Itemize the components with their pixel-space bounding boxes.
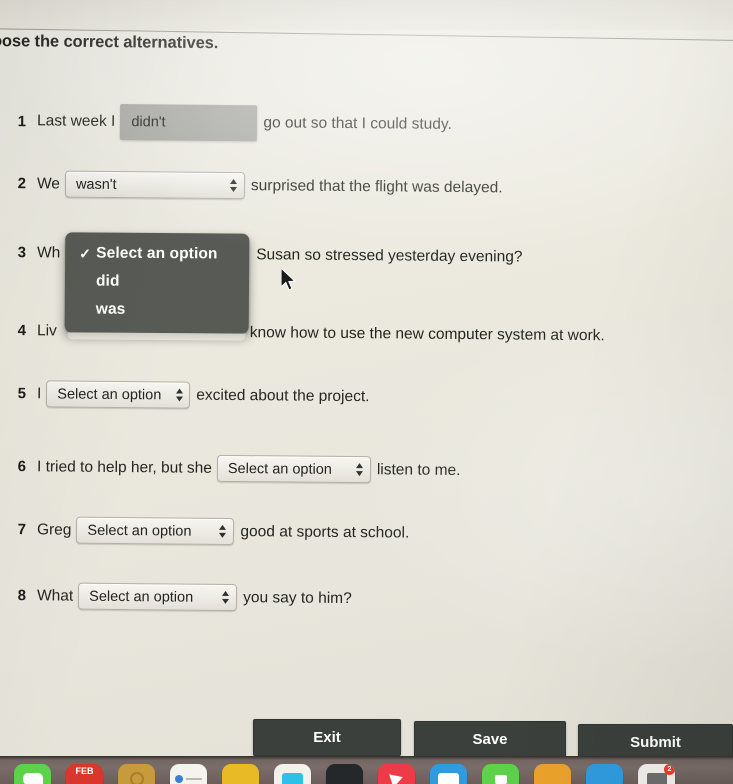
question-number: 1 <box>17 112 27 130</box>
question-number: 7 <box>17 521 27 539</box>
save-button[interactable]: Save <box>414 721 566 758</box>
question-row-5: 5 I Select an option excited about the p… <box>4 380 370 410</box>
question-text-after: excited about the project. <box>196 386 370 405</box>
select-value: Select an option <box>89 588 194 606</box>
question-number: 3 <box>17 244 27 262</box>
music-icon[interactable] <box>378 764 415 784</box>
select-stepper-arrows-icon <box>218 524 227 539</box>
mail-icon[interactable]: 2 <box>638 764 675 784</box>
dropdown-option-label: did <box>95 272 120 290</box>
question-text-before: We <box>36 174 61 192</box>
question-text-after: listen to me. <box>376 460 461 479</box>
select-stepper-arrows-icon <box>229 178 238 193</box>
question-text-before: Greg <box>36 520 72 539</box>
question-text-after: go out so that I could study. <box>263 114 452 133</box>
question-row-8: 8 What Select an option you say to him? <box>4 582 352 612</box>
dropdown-option-was[interactable]: was <box>65 295 249 324</box>
header-band <box>0 0 733 30</box>
answer-select-8[interactable]: Select an option <box>78 582 238 612</box>
answer-select-2[interactable]: wasn't <box>64 170 246 200</box>
dropdown-option-selected[interactable]: ✓ Select an option <box>65 239 249 268</box>
question-text-before: I <box>36 384 42 402</box>
calendar-month-label: FEB <box>75 766 94 776</box>
photos-icon[interactable] <box>430 764 467 784</box>
question-text-after: Susan so stressed yesterday evening? <box>256 245 523 266</box>
answer-select-7[interactable]: Select an option <box>76 516 235 546</box>
terminal-icon[interactable] <box>326 764 363 784</box>
submit-button-label: Submit <box>630 734 681 751</box>
checkmark-icon: ✓ <box>79 244 92 262</box>
select-value: wasn't <box>75 176 117 193</box>
find-my-icon[interactable] <box>534 764 571 784</box>
select-value: Select an option <box>57 385 162 403</box>
question-text-before: Liv <box>36 321 57 339</box>
question-text-before: Wh <box>36 243 61 261</box>
select-stepper-arrows-icon <box>175 387 184 402</box>
question-row-1: 1 Last week I didn't go out so that I co… <box>4 103 452 143</box>
question-text-after: know how to use the new computer system … <box>249 323 605 344</box>
reminders-icon[interactable] <box>222 764 259 784</box>
contacts-icon[interactable] <box>118 764 155 784</box>
mouse-cursor-icon <box>281 268 297 291</box>
question-text-after: you say to him? <box>243 588 352 607</box>
select-value: Select an option <box>87 522 192 540</box>
notes-icon[interactable] <box>170 764 207 784</box>
select-stepper-arrows-icon <box>355 462 364 477</box>
calendar-icon[interactable]: FEB <box>66 764 103 784</box>
answer-select-6[interactable]: Select an option <box>216 454 372 484</box>
dock-bar: FEB 2 <box>0 756 733 784</box>
tablet-screen-photo: oose the correct alternatives. 1 Last we… <box>0 0 733 784</box>
dropdown-option-label: was <box>95 300 126 318</box>
facetime-icon[interactable] <box>482 764 519 784</box>
question-text-before: I tried to help her, but she <box>36 457 212 477</box>
question-row-6: 6 I tried to help her, but she Select an… <box>4 453 461 484</box>
question-text-after: surprised that the flight was delayed. <box>250 176 503 196</box>
question-number: 8 <box>17 587 27 605</box>
maps-icon[interactable] <box>274 764 311 784</box>
select-stepper-arrows-icon <box>221 590 230 605</box>
dock-icon-list: FEB 2 <box>0 764 675 784</box>
question-number: 4 <box>17 322 27 340</box>
appstore-icon[interactable] <box>586 764 623 784</box>
save-button-label: Save <box>472 731 508 748</box>
question-row-7: 7 Greg Select an option good at sports a… <box>4 516 410 547</box>
exit-button-label: Exit <box>313 729 341 746</box>
answer-select-5[interactable]: Select an option <box>46 380 191 409</box>
question-text-before: What <box>36 586 74 605</box>
dropdown-option-did[interactable]: did <box>65 267 249 296</box>
answer-select-1[interactable]: didn't <box>120 104 258 142</box>
select-value: didn't <box>131 114 166 131</box>
question-row-2: 2 We wasn't surprised that the flight wa… <box>4 170 503 201</box>
dropdown-option-label: Select an option <box>96 244 218 263</box>
question-number: 2 <box>17 175 27 193</box>
messages-icon[interactable] <box>14 764 51 784</box>
question-number: 5 <box>17 385 27 403</box>
exit-button[interactable]: Exit <box>253 719 401 756</box>
select-value: Select an option <box>227 460 332 478</box>
mail-badge-count: 2 <box>664 764 675 775</box>
page-title: oose the correct alternatives. <box>0 32 219 53</box>
dock-top-shadow <box>0 756 733 760</box>
question-text-before: Last week I <box>36 112 116 130</box>
question-number: 6 <box>17 458 27 476</box>
question-text-after: good at sports at school. <box>240 522 410 542</box>
select-dropdown-menu[interactable]: ✓ Select an option did was <box>64 232 250 334</box>
